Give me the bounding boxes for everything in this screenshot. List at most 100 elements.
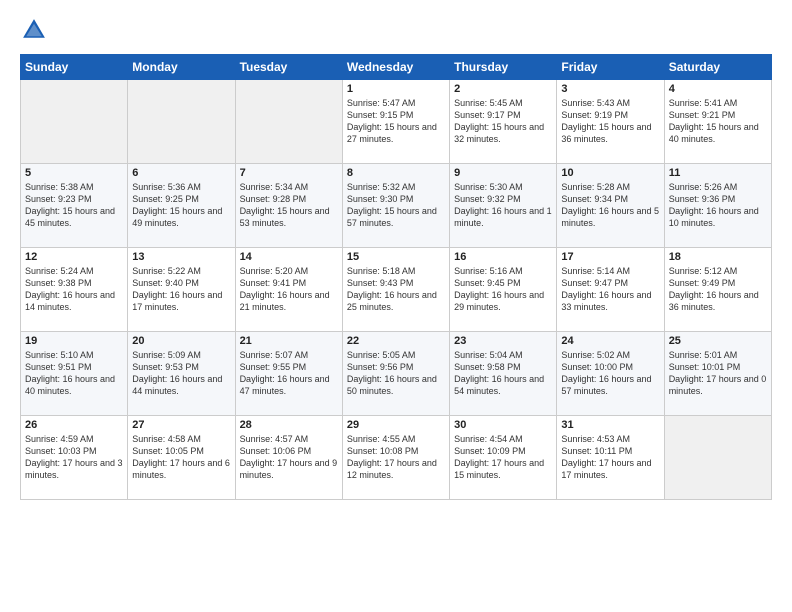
- day-number: 27: [132, 419, 230, 431]
- day-number: 30: [454, 419, 552, 431]
- day-number: 5: [25, 167, 123, 179]
- day-number: 24: [561, 335, 659, 347]
- day-info: Sunrise: 5:10 AMSunset: 9:51 PMDaylight:…: [25, 349, 123, 398]
- day-number: 11: [669, 167, 767, 179]
- day-number: 23: [454, 335, 552, 347]
- day-info: Sunrise: 5:38 AMSunset: 9:23 PMDaylight:…: [25, 181, 123, 230]
- calendar-cell: 31 Sunrise: 4:53 AMSunset: 10:11 PMDaylig…: [557, 416, 664, 500]
- calendar-cell: 23 Sunrise: 5:04 AMSunset: 9:58 PMDayligh…: [450, 332, 557, 416]
- day-number: 25: [669, 335, 767, 347]
- day-number: 19: [25, 335, 123, 347]
- day-info: Sunrise: 5:36 AMSunset: 9:25 PMDaylight:…: [132, 181, 230, 230]
- day-info: Sunrise: 5:32 AMSunset: 9:30 PMDaylight:…: [347, 181, 445, 230]
- calendar-cell: 24 Sunrise: 5:02 AMSunset: 10:00 PMDaylig…: [557, 332, 664, 416]
- day-info: Sunrise: 4:54 AMSunset: 10:09 PMDaylight…: [454, 433, 552, 482]
- logo-icon: [20, 16, 48, 44]
- day-info: Sunrise: 5:09 AMSunset: 9:53 PMDaylight:…: [132, 349, 230, 398]
- calendar-table: SundayMondayTuesdayWednesdayThursdayFrid…: [20, 54, 772, 500]
- day-number: 8: [347, 167, 445, 179]
- day-info: Sunrise: 5:43 AMSunset: 9:19 PMDaylight:…: [561, 97, 659, 146]
- calendar-cell: 11 Sunrise: 5:26 AMSunset: 9:36 PMDayligh…: [664, 164, 771, 248]
- day-info: Sunrise: 5:45 AMSunset: 9:17 PMDaylight:…: [454, 97, 552, 146]
- weekday-header: Thursday: [450, 55, 557, 80]
- header: [20, 16, 772, 44]
- weekday-header: Monday: [128, 55, 235, 80]
- day-number: 6: [132, 167, 230, 179]
- calendar-cell: 27 Sunrise: 4:58 AMSunset: 10:05 PMDaylig…: [128, 416, 235, 500]
- day-info: Sunrise: 4:55 AMSunset: 10:08 PMDaylight…: [347, 433, 445, 482]
- weekday-header: Sunday: [21, 55, 128, 80]
- day-number: 12: [25, 251, 123, 263]
- day-info: Sunrise: 5:05 AMSunset: 9:56 PMDaylight:…: [347, 349, 445, 398]
- weekday-header: Tuesday: [235, 55, 342, 80]
- calendar-cell: 12 Sunrise: 5:24 AMSunset: 9:38 PMDayligh…: [21, 248, 128, 332]
- calendar-cell: 19 Sunrise: 5:10 AMSunset: 9:51 PMDayligh…: [21, 332, 128, 416]
- calendar-cell: 28 Sunrise: 4:57 AMSunset: 10:06 PMDaylig…: [235, 416, 342, 500]
- day-number: 28: [240, 419, 338, 431]
- day-number: 29: [347, 419, 445, 431]
- calendar-cell: 30 Sunrise: 4:54 AMSunset: 10:09 PMDaylig…: [450, 416, 557, 500]
- day-info: Sunrise: 5:01 AMSunset: 10:01 PMDaylight…: [669, 349, 767, 398]
- day-info: Sunrise: 5:12 AMSunset: 9:49 PMDaylight:…: [669, 265, 767, 314]
- calendar-cell: 2 Sunrise: 5:45 AMSunset: 9:17 PMDaylight…: [450, 80, 557, 164]
- day-info: Sunrise: 5:07 AMSunset: 9:55 PMDaylight:…: [240, 349, 338, 398]
- day-info: Sunrise: 4:58 AMSunset: 10:05 PMDaylight…: [132, 433, 230, 482]
- day-number: 21: [240, 335, 338, 347]
- day-number: 2: [454, 83, 552, 95]
- calendar-cell: [21, 80, 128, 164]
- calendar-cell: 21 Sunrise: 5:07 AMSunset: 9:55 PMDayligh…: [235, 332, 342, 416]
- calendar-cell: [664, 416, 771, 500]
- weekday-header: Friday: [557, 55, 664, 80]
- day-number: 1: [347, 83, 445, 95]
- calendar-cell: 8 Sunrise: 5:32 AMSunset: 9:30 PMDaylight…: [342, 164, 449, 248]
- day-info: Sunrise: 5:02 AMSunset: 10:00 PMDaylight…: [561, 349, 659, 398]
- page: SundayMondayTuesdayWednesdayThursdayFrid…: [0, 0, 792, 612]
- day-info: Sunrise: 5:16 AMSunset: 9:45 PMDaylight:…: [454, 265, 552, 314]
- calendar-cell: 20 Sunrise: 5:09 AMSunset: 9:53 PMDayligh…: [128, 332, 235, 416]
- day-info: Sunrise: 5:24 AMSunset: 9:38 PMDaylight:…: [25, 265, 123, 314]
- calendar-cell: 18 Sunrise: 5:12 AMSunset: 9:49 PMDayligh…: [664, 248, 771, 332]
- day-number: 14: [240, 251, 338, 263]
- calendar-cell: 29 Sunrise: 4:55 AMSunset: 10:08 PMDaylig…: [342, 416, 449, 500]
- day-info: Sunrise: 5:26 AMSunset: 9:36 PMDaylight:…: [669, 181, 767, 230]
- day-number: 22: [347, 335, 445, 347]
- weekday-header: Saturday: [664, 55, 771, 80]
- calendar-cell: 17Sunrise: 5:14 AMSunset: 9:47 PMDayligh…: [557, 248, 664, 332]
- day-info: Sunrise: 5:04 AMSunset: 9:58 PMDaylight:…: [454, 349, 552, 398]
- day-number: 16: [454, 251, 552, 263]
- day-number: 4: [669, 83, 767, 95]
- calendar-cell: 10 Sunrise: 5:28 AMSunset: 9:34 PMDayligh…: [557, 164, 664, 248]
- day-number: 3: [561, 83, 659, 95]
- calendar-cell: 9Sunrise: 5:30 AMSunset: 9:32 PMDaylight…: [450, 164, 557, 248]
- calendar-cell: [128, 80, 235, 164]
- day-info: Sunrise: 4:57 AMSunset: 10:06 PMDaylight…: [240, 433, 338, 482]
- day-number: 18: [669, 251, 767, 263]
- day-number: 10: [561, 167, 659, 179]
- calendar-cell: 7 Sunrise: 5:34 AMSunset: 9:28 PMDaylight…: [235, 164, 342, 248]
- calendar-cell: 15 Sunrise: 5:18 AMSunset: 9:43 PMDayligh…: [342, 248, 449, 332]
- calendar-cell: 5 Sunrise: 5:38 AMSunset: 9:23 PMDaylight…: [21, 164, 128, 248]
- calendar-cell: 22 Sunrise: 5:05 AMSunset: 9:56 PMDayligh…: [342, 332, 449, 416]
- day-number: 17: [561, 251, 659, 263]
- day-number: 26: [25, 419, 123, 431]
- day-info: Sunrise: 5:28 AMSunset: 9:34 PMDaylight:…: [561, 181, 659, 230]
- calendar-cell: [235, 80, 342, 164]
- day-info: Sunrise: 5:22 AMSunset: 9:40 PMDaylight:…: [132, 265, 230, 314]
- calendar-cell: 3 Sunrise: 5:43 AMSunset: 9:19 PMDaylight…: [557, 80, 664, 164]
- day-info: Sunrise: 4:53 AMSunset: 10:11 PMDaylight…: [561, 433, 659, 482]
- day-number: 20: [132, 335, 230, 347]
- day-info: Sunrise: 5:20 AMSunset: 9:41 PMDaylight:…: [240, 265, 338, 314]
- day-info: Sunrise: 5:34 AMSunset: 9:28 PMDaylight:…: [240, 181, 338, 230]
- calendar-cell: 6 Sunrise: 5:36 AMSunset: 9:25 PMDaylight…: [128, 164, 235, 248]
- day-info: Sunrise: 4:59 AMSunset: 10:03 PMDaylight…: [25, 433, 123, 482]
- day-number: 15: [347, 251, 445, 263]
- day-number: 9: [454, 167, 552, 179]
- day-number: 31: [561, 419, 659, 431]
- day-number: 13: [132, 251, 230, 263]
- day-info: Sunrise: 5:18 AMSunset: 9:43 PMDaylight:…: [347, 265, 445, 314]
- weekday-header: Wednesday: [342, 55, 449, 80]
- day-number: 7: [240, 167, 338, 179]
- calendar-cell: 14 Sunrise: 5:20 AMSunset: 9:41 PMDayligh…: [235, 248, 342, 332]
- calendar-cell: 4Sunrise: 5:41 AMSunset: 9:21 PMDaylight…: [664, 80, 771, 164]
- calendar-cell: 26 Sunrise: 4:59 AMSunset: 10:03 PMDaylig…: [21, 416, 128, 500]
